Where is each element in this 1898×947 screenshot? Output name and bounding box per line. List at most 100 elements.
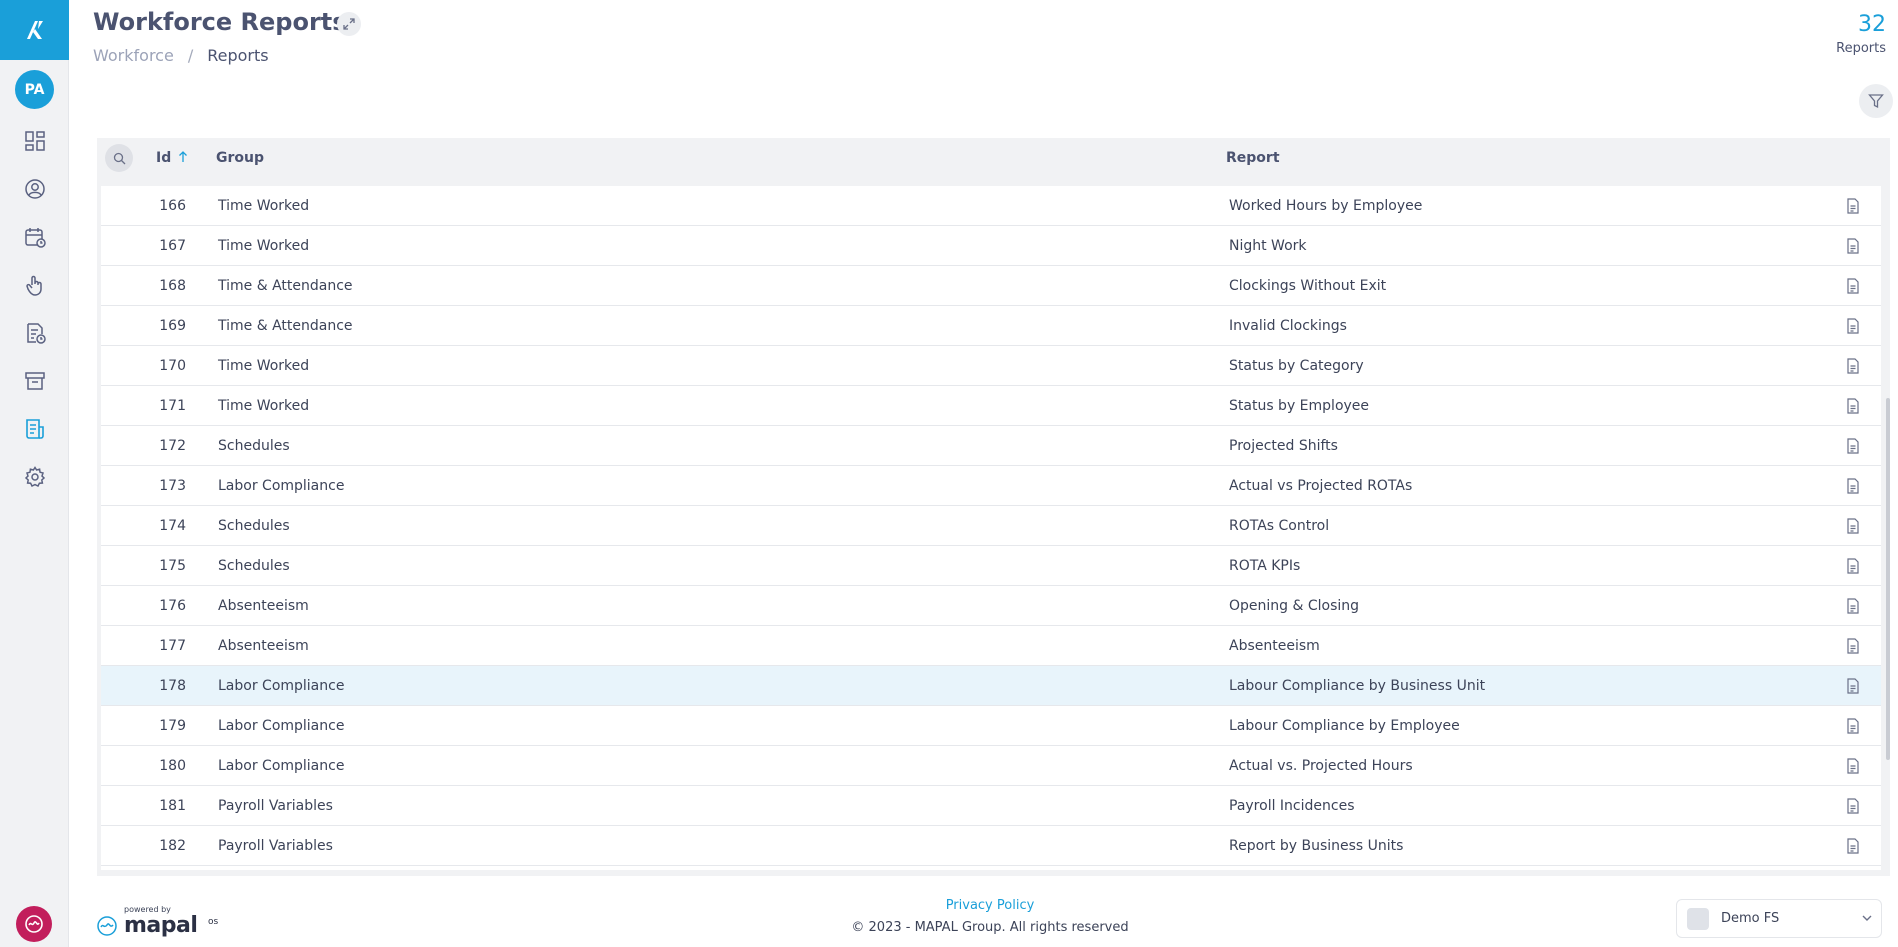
table-row[interactable]: 166 Time Worked Worked Hours by Employee [101, 186, 1881, 226]
cell-group: Labor Compliance [218, 478, 345, 494]
cell-report: Actual vs Projected ROTAs [1229, 478, 1413, 494]
expand-button[interactable] [337, 12, 361, 36]
table-search-button[interactable] [105, 144, 133, 172]
cell-report: Status by Category [1229, 358, 1364, 374]
open-report-icon[interactable] [1846, 398, 1860, 414]
breadcrumb: Workforce / Reports [93, 46, 269, 65]
open-report-icon[interactable] [1846, 278, 1860, 294]
avatar[interactable]: PA [15, 70, 54, 109]
scrollbar[interactable] [1886, 398, 1890, 760]
cell-group: Schedules [218, 438, 290, 454]
table-row[interactable]: 171 Time Worked Status by Employee [101, 386, 1881, 426]
cell-report: Clockings Without Exit [1229, 278, 1387, 294]
brand-badge-icon[interactable] [16, 906, 52, 942]
calendar-clock-icon[interactable] [22, 224, 47, 249]
table-row[interactable]: 167 Time Worked Night Work [101, 226, 1881, 266]
workspace-selector[interactable]: Demo FS [1676, 899, 1882, 938]
table-row[interactable]: 169 Time & Attendance Invalid Clockings [101, 306, 1881, 346]
cell-report: Opening & Closing [1229, 598, 1360, 614]
cell-group: Time Worked [218, 398, 310, 414]
cell-report: Labour Compliance by Business Unit [1229, 678, 1486, 694]
report-count-label: Reports [1836, 41, 1886, 56]
table-row[interactable]: 181 Payroll Variables Payroll Incidences [101, 786, 1881, 826]
cell-group: Absenteeism [218, 598, 309, 614]
open-report-icon[interactable] [1846, 638, 1860, 654]
open-report-icon[interactable] [1846, 598, 1860, 614]
dashboard-icon[interactable] [22, 128, 47, 153]
table-row[interactable]: 178 Labor Compliance Labour Compliance by … [101, 666, 1881, 706]
workspace-icon [1687, 908, 1709, 930]
mapal-logo-icon [97, 916, 117, 936]
app-logo[interactable] [0, 0, 69, 60]
cell-group: Time & Attendance [218, 318, 353, 334]
open-report-icon[interactable] [1846, 198, 1860, 214]
column-header-report[interactable]: Report [1226, 150, 1280, 166]
open-report-icon[interactable] [1846, 518, 1860, 534]
cell-id: 169 [159, 318, 186, 334]
table-row[interactable]: 175 Schedules ROTA KPIs [101, 546, 1881, 586]
table-row[interactable]: 182 Payroll Variables Report by Business U… [101, 826, 1881, 866]
user-icon[interactable] [22, 176, 47, 201]
cell-group: Payroll Variables [218, 838, 333, 854]
breadcrumb-workforce[interactable]: Workforce [93, 46, 174, 65]
report-count-number: 32 [1858, 12, 1886, 37]
cell-report: Status by Employee [1229, 398, 1370, 414]
table-row[interactable]: 180 Labor Compliance Actual vs. Projected … [101, 746, 1881, 786]
cell-report: Payroll Incidences [1229, 798, 1355, 814]
sidebar: PA [0, 0, 69, 947]
cell-report: Absenteeism [1229, 638, 1320, 654]
table-row[interactable]: 173 Labor Compliance Actual vs Projected R… [101, 466, 1881, 506]
cell-id: 166 [159, 198, 186, 214]
settings-icon[interactable] [22, 464, 47, 489]
table-row[interactable]: 170 Time Worked Status by Category [101, 346, 1881, 386]
cell-id: 168 [159, 278, 186, 294]
reports-table: Id Group Report 166 Time Worked Worked Hou… [97, 138, 1890, 876]
table-row[interactable]: 177 Absenteeism Absenteeism [101, 626, 1881, 666]
column-header-group[interactable]: Group [216, 150, 264, 166]
touch-icon[interactable] [22, 272, 47, 297]
open-report-icon[interactable] [1846, 558, 1860, 574]
open-report-icon[interactable] [1846, 758, 1860, 774]
filter-button[interactable] [1859, 84, 1893, 118]
open-report-icon[interactable] [1846, 478, 1860, 494]
cell-group: Absenteeism [218, 638, 309, 654]
cell-id: 171 [159, 398, 186, 414]
cell-id: 176 [159, 598, 186, 614]
filter-icon [1868, 94, 1884, 109]
breadcrumb-reports: Reports [207, 46, 269, 65]
copyright-text: © 2023 - MAPAL Group. All rights reserve… [851, 920, 1129, 935]
table-row[interactable]: 174 Schedules ROTAs Control [101, 506, 1881, 546]
cell-report: ROTAs Control [1229, 518, 1330, 534]
table-row[interactable]: 168 Time & Attendance Clockings Without Ex… [101, 266, 1881, 306]
cell-report: Actual vs. Projected Hours [1229, 758, 1413, 774]
search-icon [113, 152, 125, 164]
open-report-icon[interactable] [1846, 678, 1860, 694]
cell-group: Time Worked [218, 198, 310, 214]
archive-icon[interactable] [22, 368, 47, 393]
open-report-icon[interactable] [1846, 718, 1860, 734]
table-row[interactable]: 176 Absenteeism Opening & Closing [101, 586, 1881, 626]
open-report-icon[interactable] [1846, 318, 1860, 334]
cell-report: Report by Business Units [1229, 838, 1404, 854]
cell-report: Invalid Clockings [1229, 318, 1347, 334]
cell-id: 179 [159, 718, 186, 734]
open-report-icon[interactable] [1846, 358, 1860, 374]
open-report-icon[interactable] [1846, 238, 1860, 254]
table-row[interactable]: 179 Labor Compliance Labour Compliance by … [101, 706, 1881, 746]
cell-group: Payroll Variables [218, 798, 333, 814]
column-header-id[interactable]: Id [156, 150, 188, 166]
cell-id: 170 [159, 358, 186, 374]
document-clock-icon[interactable] [22, 320, 47, 345]
powered-by-logo: powered by mapal os [96, 905, 226, 941]
open-report-icon[interactable] [1846, 798, 1860, 814]
open-report-icon[interactable] [1846, 838, 1860, 854]
logo-icon [26, 21, 43, 39]
reports-icon[interactable] [22, 416, 47, 441]
table-row[interactable]: 172 Schedules Projected Shifts [101, 426, 1881, 466]
open-report-icon[interactable] [1846, 438, 1860, 454]
privacy-policy-link[interactable]: Privacy Policy [900, 898, 1080, 913]
cell-group: Schedules [218, 558, 290, 574]
cell-group: Time Worked [218, 358, 310, 374]
chevron-down-icon [1862, 915, 1872, 921]
cell-group: Labor Compliance [218, 718, 345, 734]
